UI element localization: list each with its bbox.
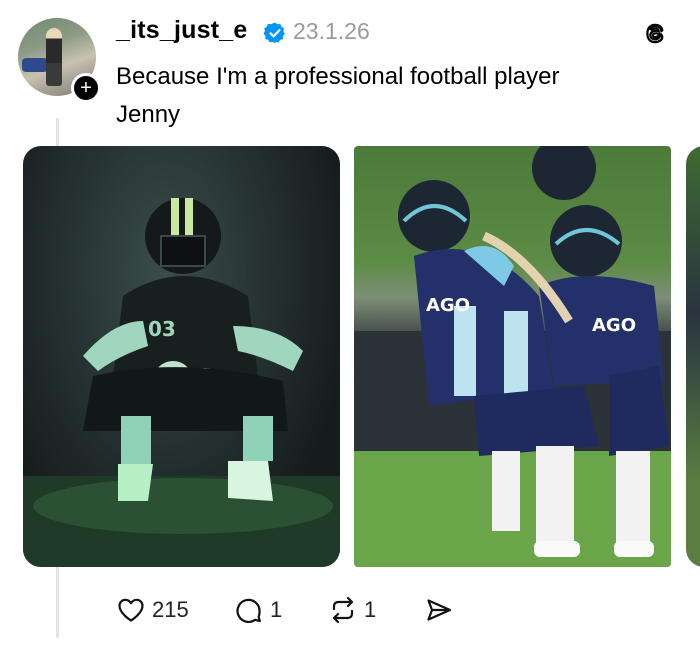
verified-badge-icon (263, 22, 285, 44)
threads-logo-icon[interactable] (640, 18, 670, 48)
reply-count: 1 (270, 597, 283, 622)
photo-crouching-player[interactable]: 03 (23, 146, 340, 567)
like-count: 215 (152, 597, 189, 622)
username[interactable]: _its_just_e (116, 16, 247, 45)
field-players-illustration: AGO AGO (354, 146, 671, 567)
comment-icon (236, 598, 261, 623)
repost-icon (332, 596, 354, 624)
caption-line-1: Because I'm a professional football play… (116, 63, 560, 90)
share-icon (427, 599, 452, 621)
svg-text:03: 03 (148, 317, 176, 341)
heart-icon (118, 598, 144, 622)
repost-button[interactable]: 1 (328, 592, 376, 628)
avatar-car (22, 58, 48, 72)
repost-count: 1 (364, 597, 377, 622)
post-date: 23.1.26 (293, 18, 370, 44)
crouching-player-illustration: 03 (23, 198, 340, 567)
svg-text:AGO: AGO (592, 315, 636, 336)
avatar-figure (46, 28, 62, 86)
reply-button[interactable]: 1 (234, 592, 282, 628)
share-button[interactable] (424, 592, 454, 628)
post-caption: Because I'm a professional football play… (116, 58, 676, 134)
like-button[interactable]: 215 (116, 592, 189, 628)
caption-line-2: Jenny (116, 101, 181, 128)
svg-text:AGO: AGO (426, 295, 470, 316)
photo-players-on-field[interactable]: AGO AGO (354, 146, 671, 567)
follow-button[interactable]: + (71, 73, 101, 103)
photo-third-partial[interactable] (686, 146, 700, 567)
